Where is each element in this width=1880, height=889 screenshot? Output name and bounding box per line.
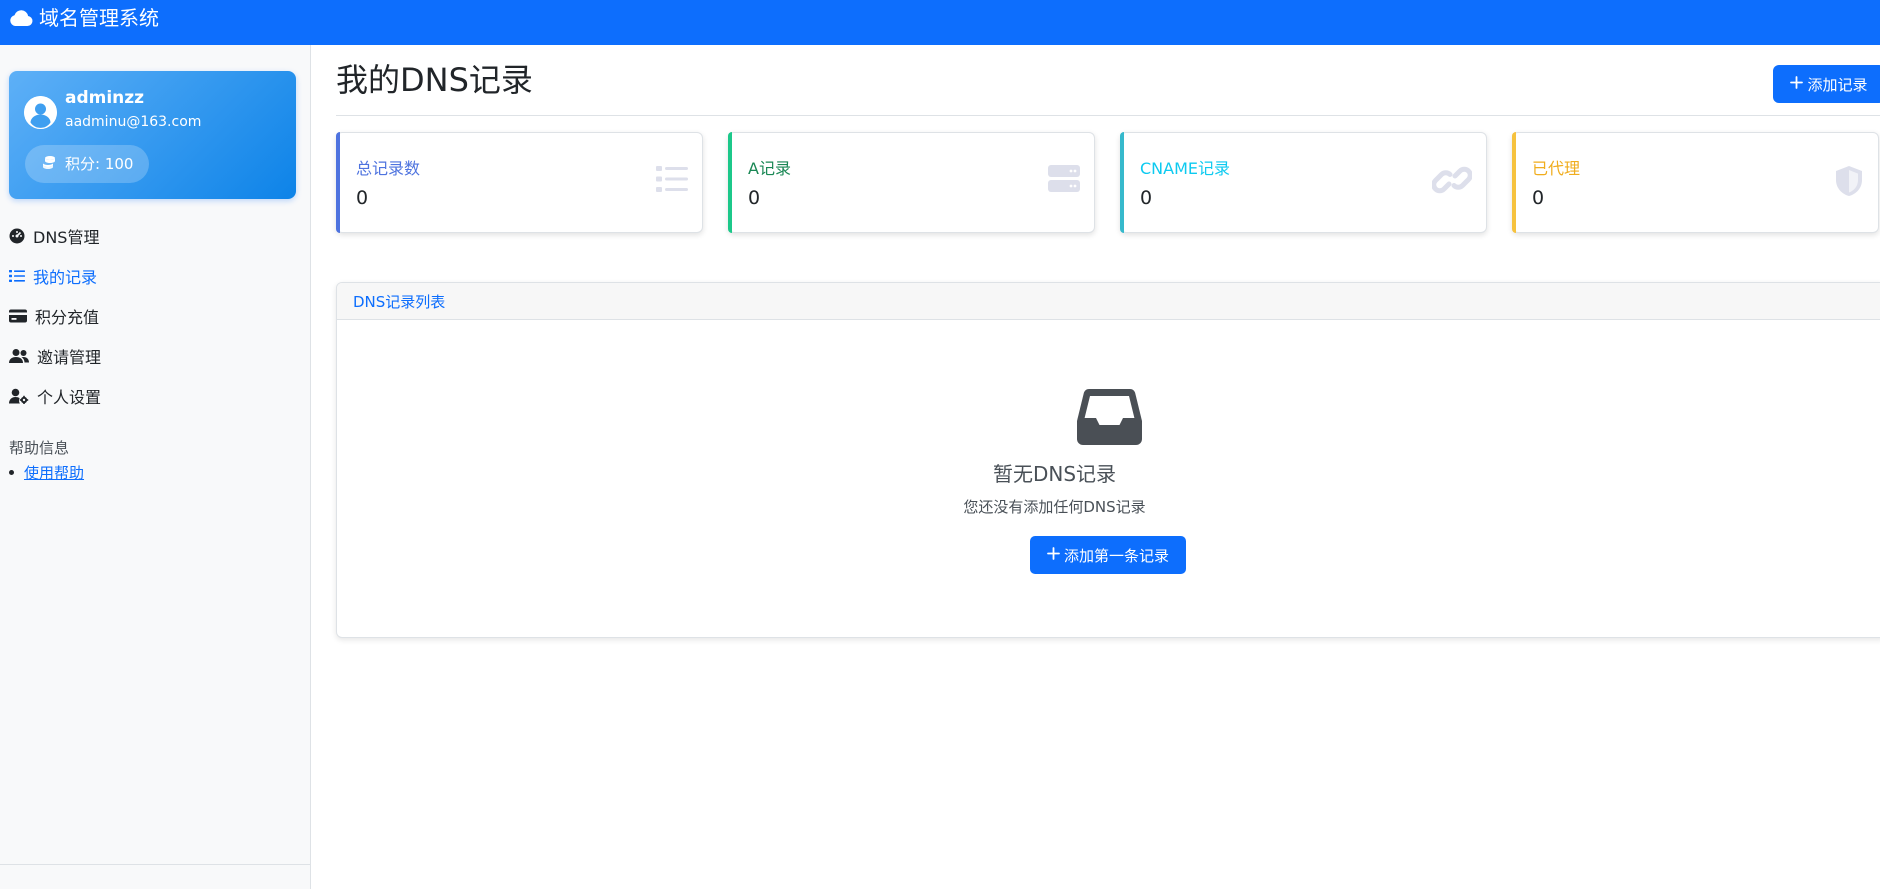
divider	[0, 864, 311, 865]
add-record-label: 添加记录	[1807, 76, 1868, 94]
stat-label: CNAME记录	[1140, 159, 1231, 178]
bullet	[9, 470, 14, 475]
sidebar-item-label: 积分充值	[35, 308, 100, 327]
page-title: 我的DNS记录	[336, 61, 533, 99]
stat-value: 0	[356, 187, 369, 209]
sidebar-item-label: DNS管理	[33, 228, 100, 247]
help-link[interactable]: 使用帮助	[24, 462, 84, 483]
panel-title: DNS记录列表	[353, 292, 446, 311]
user-circle-icon	[24, 96, 57, 129]
users-icon	[9, 348, 29, 364]
dashboard-icon	[9, 228, 25, 244]
credit-card-icon	[9, 309, 27, 323]
sidebar-item-label: 我的记录	[33, 268, 98, 287]
stat-label: 已代理	[1532, 159, 1581, 178]
sidebar: adminzz aadminu@163.com 积分: 100 DNS管理 我的…	[0, 45, 311, 889]
user-card: adminzz aadminu@163.com 积分: 100	[9, 71, 296, 199]
panel-header: DNS记录列表	[337, 283, 1880, 320]
add-record-button[interactable]: 添加记录	[1773, 65, 1880, 103]
sidebar-item-recharge[interactable]: 积分充值	[9, 296, 299, 336]
coins-icon	[41, 154, 57, 174]
shield-icon	[1834, 165, 1864, 201]
sidebar-item-label: 邀请管理	[37, 348, 102, 367]
points-badge: 积分: 100	[25, 145, 150, 183]
divider	[336, 115, 1880, 116]
sidebar-item-invite[interactable]: 邀请管理	[9, 336, 299, 376]
plus-icon	[1047, 546, 1060, 564]
stat-value: 0	[1140, 187, 1153, 209]
stat-label: A记录	[748, 159, 791, 178]
sidebar-nav: DNS管理 我的记录 积分充值 邀请管理 个人设置	[9, 216, 299, 416]
stat-label: 总记录数	[356, 159, 421, 178]
empty-subtitle: 您还没有添加任何DNS记录	[963, 498, 1146, 516]
username: adminzz	[65, 88, 145, 108]
list-icon	[9, 268, 25, 284]
user-email: aadminu@163.com	[65, 114, 202, 130]
cloud-icon	[9, 9, 33, 27]
help-list: 使用帮助	[9, 462, 84, 483]
sidebar-item-settings[interactable]: 个人设置	[9, 376, 299, 416]
list-icon	[656, 165, 688, 197]
user-gear-icon	[9, 388, 29, 404]
add-first-record-button[interactable]: 添加第一条记录	[1030, 536, 1186, 574]
sidebar-item-my-records[interactable]: 我的记录	[9, 256, 299, 296]
empty-title: 暂无DNS记录	[992, 462, 1117, 486]
stat-value: 0	[748, 187, 761, 209]
stat-value: 0	[1532, 187, 1545, 209]
brand[interactable]: 域名管理系统	[9, 6, 159, 30]
inbox-icon	[1077, 387, 1142, 449]
top-navbar: 域名管理系统	[0, 0, 1880, 45]
app-title: 域名管理系统	[39, 6, 159, 30]
add-first-record-label: 添加第一条记录	[1063, 547, 1169, 565]
stat-card-total: 总记录数 0	[336, 132, 703, 233]
points-label: 积分: 100	[65, 155, 134, 173]
server-icon	[1048, 165, 1080, 197]
records-panel: DNS记录列表 暂无DNS记录 您还没有添加任何DNS记录 添加第一条记录	[336, 282, 1880, 638]
plus-icon	[1790, 75, 1804, 93]
stat-card-a-record: A记录 0	[728, 132, 1095, 233]
sidebar-item-dns[interactable]: DNS管理	[9, 216, 299, 256]
stat-card-proxied: 已代理 0	[1512, 132, 1879, 233]
help-title: 帮助信息	[9, 439, 70, 457]
link-icon	[1431, 165, 1473, 199]
sidebar-item-label: 个人设置	[37, 388, 102, 407]
stat-card-cname: CNAME记录 0	[1120, 132, 1487, 233]
